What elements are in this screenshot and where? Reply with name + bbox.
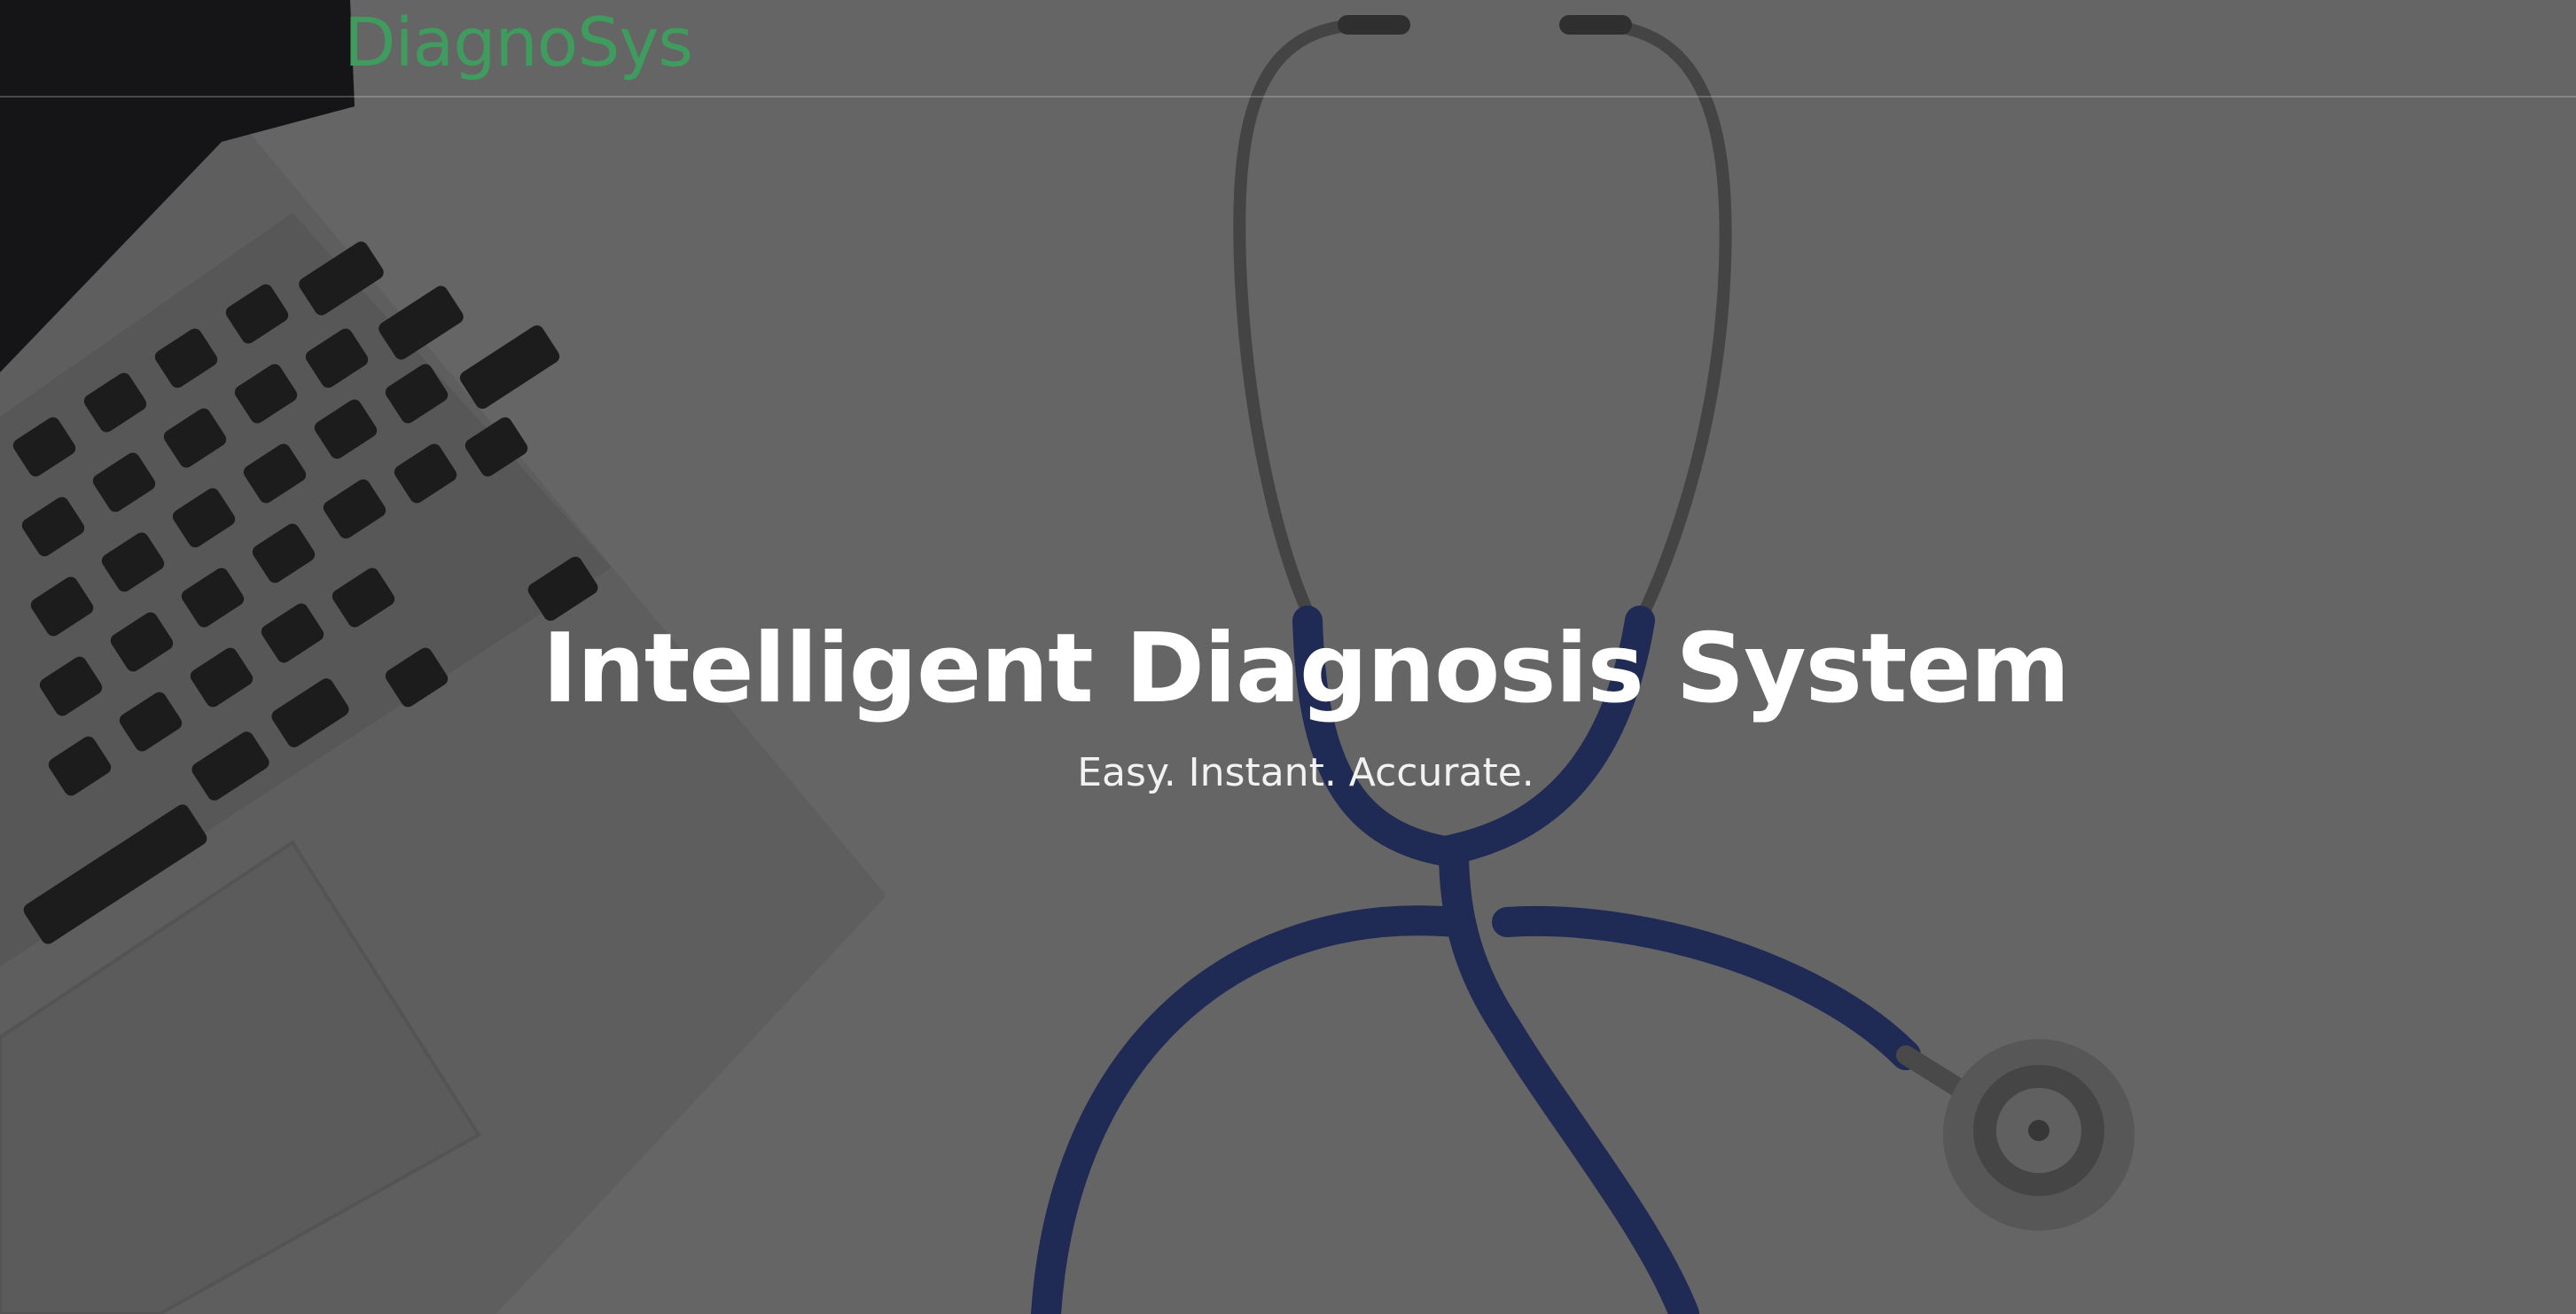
brand-logo-link[interactable]: DiagnoSys: [344, 2, 693, 83]
hero-title: Intelligent Diagnosis System: [542, 614, 2071, 724]
top-navbar: DiagnoSys: [0, 0, 2576, 98]
hero-content: Intelligent Diagnosis System Easy. Insta…: [0, 603, 2576, 800]
hero-subtitle: Easy. Instant. Accurate.: [1077, 750, 1534, 795]
landing-page: DiagnoSys Intelligent Diagnosis System E…: [0, 0, 2576, 1314]
